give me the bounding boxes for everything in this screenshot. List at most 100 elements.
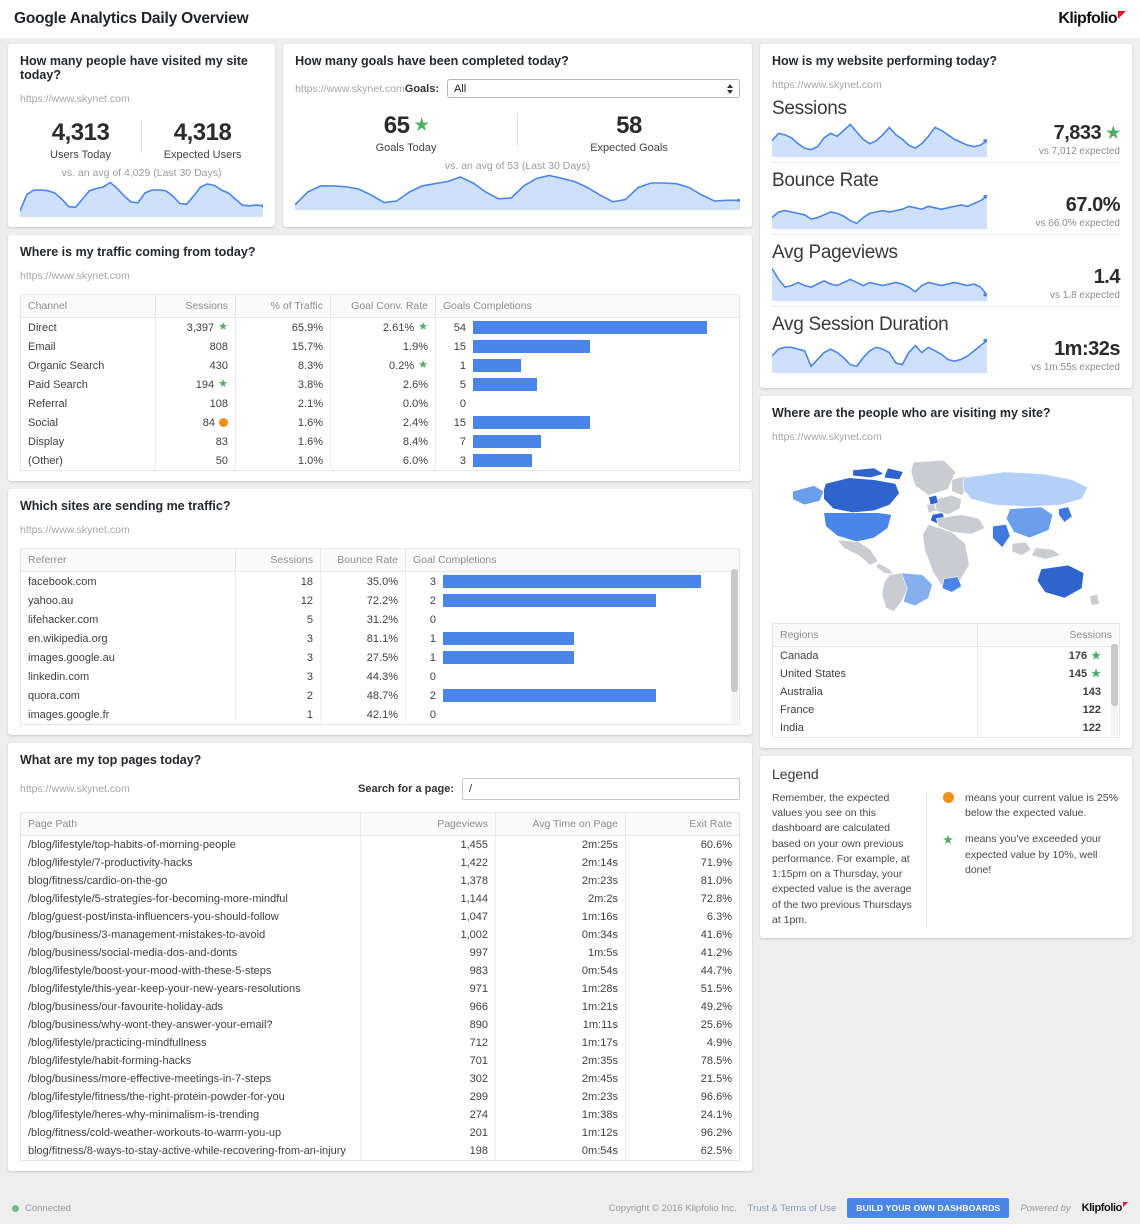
table-row[interactable]: Paid Search194★3.8%2.6%5 <box>21 375 740 394</box>
cell-page-path[interactable]: /blog/business/our-favourite-holiday-ads <box>21 998 361 1016</box>
cell-goals-bar: 7 <box>436 432 740 451</box>
page-search-input[interactable] <box>462 778 740 800</box>
table-row[interactable]: /blog/lifestyle/boost-your-mood-with-the… <box>21 962 740 980</box>
table-row[interactable]: Social841.6%2.4%15 <box>21 413 740 432</box>
table-row[interactable]: Organic Search4308.3%0.2%★1 <box>21 356 740 375</box>
cell-page-path[interactable]: /blog/lifestyle/this-year-keep-your-new-… <box>21 980 361 998</box>
goals-filter-value: All <box>454 83 466 95</box>
cell-page-path[interactable]: /blog/business/social-media-dos-and-dont… <box>21 944 361 962</box>
bar-fill <box>473 416 590 429</box>
table-row[interactable]: images.google.fr142.1%0 <box>21 705 740 725</box>
cell-page-path[interactable]: /blog/lifestyle/fitness/the-right-protei… <box>21 1088 361 1106</box>
table-row[interactable]: Display831.6%8.4%7 <box>21 432 740 451</box>
table-row[interactable]: blog/fitness/cardio-on-the-go1,3782m:23s… <box>21 872 740 890</box>
table-row[interactable]: Referral1082.1%0.0%0 <box>21 394 740 413</box>
dashboard-body: How many people have visited my site tod… <box>0 38 1140 1192</box>
table-row[interactable]: /blog/business/3-management-mistakes-to-… <box>21 926 740 944</box>
referrers-scrollbar-thumb[interactable] <box>731 569 738 692</box>
goals-filter-select[interactable]: All <box>447 79 740 98</box>
footer-klipfolio-flag-icon <box>1123 1202 1128 1207</box>
bar-value: 15 <box>440 341 466 353</box>
cell-page-path[interactable]: blog/fitness/8-ways-to-stay-active-while… <box>21 1142 361 1161</box>
legend-card: Legend Remember, the expected values you… <box>760 756 1132 938</box>
cell-page-path[interactable]: blog/fitness/cardio-on-the-go <box>21 872 361 890</box>
table-row[interactable]: /blog/business/social-media-dos-and-dont… <box>21 944 740 962</box>
bar-fill <box>473 454 532 467</box>
table-row[interactable]: /blog/guest-post/insta-influencers-you-s… <box>21 908 740 926</box>
cell-page-path[interactable]: /blog/lifestyle/5-strategies-for-becomin… <box>21 890 361 908</box>
traffic-sources-card: Where is my traffic coming from today? h… <box>8 235 752 481</box>
table-row[interactable]: /blog/lifestyle/5-strategies-for-becomin… <box>21 890 740 908</box>
cell-channel: Social <box>21 413 156 432</box>
table-row[interactable]: /blog/lifestyle/this-year-keep-your-new-… <box>21 980 740 998</box>
table-row[interactable]: (Other)501.0%6.0%3 <box>21 451 740 471</box>
cell-page-path[interactable]: /blog/lifestyle/boost-your-mood-with-the… <box>21 962 361 980</box>
cell-page-path[interactable]: /blog/fitness/cold-weather-workouts-to-w… <box>21 1124 361 1142</box>
cell-pageviews: 983 <box>361 962 496 980</box>
cell-ref-sessions: 5 <box>236 610 321 629</box>
cell-avg-time: 2m:23s <box>496 872 626 890</box>
table-row[interactable]: Email80815.7%1.9%15 <box>21 337 740 356</box>
table-row[interactable]: quora.com248.7%2 <box>21 686 740 705</box>
table-row[interactable]: /blog/lifestyle/practicing-mindfullness7… <box>21 1034 740 1052</box>
table-row[interactable]: blog/fitness/8-ways-to-stay-active-while… <box>21 1142 740 1161</box>
th-referrer: Referrer <box>21 549 236 572</box>
table-row[interactable]: Canada176★ <box>773 647 1120 666</box>
table-row[interactable]: Direct3,397★65.9%2.61%★54 <box>21 318 740 338</box>
table-row[interactable]: lifehacker.com531.2%0 <box>21 610 740 629</box>
build-dashboards-button[interactable]: BUILD YOUR OWN DASHBOARDS <box>847 1198 1009 1218</box>
users-today-kpi: 4,313 Users Today <box>20 119 141 161</box>
table-row[interactable]: /blog/lifestyle/7-productivity-hacks1,42… <box>21 854 740 872</box>
table-row[interactable]: yahoo.au1272.2%2 <box>21 591 740 610</box>
cell-page-path[interactable]: /blog/business/3-management-mistakes-to-… <box>21 926 361 944</box>
metric-value: 1m:32s <box>1054 338 1120 361</box>
cell-page-path[interactable]: /blog/lifestyle/heres-why-minimalism-is-… <box>21 1106 361 1124</box>
cell-exit-rate: 72.8% <box>626 890 740 908</box>
expected-users-label: Expected Users <box>142 149 263 161</box>
regions-scrollbar-thumb[interactable] <box>1111 644 1118 706</box>
cell-pageviews: 701 <box>361 1052 496 1070</box>
goals-sparkline <box>295 174 740 210</box>
table-row[interactable]: /blog/business/more-effective-meetings-i… <box>21 1070 740 1088</box>
cell-traffic-pct: 1.0% <box>236 451 331 471</box>
expected-goals-kpi: 58 Expected Goals <box>518 112 740 154</box>
cell-pageviews: 198 <box>361 1142 496 1161</box>
table-row[interactable]: /blog/business/why-wont-they-answer-your… <box>21 1016 740 1034</box>
table-row[interactable]: United States145★ <box>773 665 1120 683</box>
expected-goals-value: 58 <box>616 112 642 140</box>
regions-scrollbar-track[interactable] <box>1111 644 1118 736</box>
avg-session-duration-sparkline <box>772 339 987 373</box>
cell-exit-rate: 44.7% <box>626 962 740 980</box>
table-row[interactable]: en.wikipedia.org381.1%1 <box>21 629 740 648</box>
referrers-table-body: facebook.com1835.0%3yahoo.au1272.2%2life… <box>21 572 740 725</box>
table-row[interactable]: /blog/lifestyle/habit-forming-hacks7012m… <box>21 1052 740 1070</box>
cell-avg-time: 1m:28s <box>496 980 626 998</box>
table-row[interactable]: facebook.com1835.0%3 <box>21 572 740 592</box>
table-row[interactable]: /blog/lifestyle/fitness/the-right-protei… <box>21 1088 740 1106</box>
goals-card-title: How many goals have been completed today… <box>295 54 740 68</box>
table-row[interactable]: linkedin.com344.3%0 <box>21 667 740 686</box>
table-row[interactable]: Australia143 <box>773 683 1120 701</box>
table-row[interactable]: /blog/fitness/cold-weather-workouts-to-w… <box>21 1124 740 1142</box>
terms-link[interactable]: Trust & Terms of Use <box>748 1203 837 1214</box>
cell-avg-time: 2m:2s <box>496 890 626 908</box>
table-row[interactable]: /blog/lifestyle/top-habits-of-morning-pe… <box>21 836 740 855</box>
cell-page-path[interactable]: /blog/guest-post/insta-influencers-you-s… <box>21 908 361 926</box>
cell-page-path[interactable]: /blog/lifestyle/practicing-mindfullness <box>21 1034 361 1052</box>
cell-sessions: 84 <box>156 413 236 432</box>
table-row[interactable]: images.google.au327.5%1 <box>21 648 740 667</box>
connection-status-label: Connected <box>25 1203 71 1214</box>
cell-page-path[interactable]: /blog/business/why-wont-they-answer-your… <box>21 1016 361 1034</box>
cell-page-path[interactable]: /blog/lifestyle/7-productivity-hacks <box>21 854 361 872</box>
cell-goals-bar: 15 <box>436 337 740 356</box>
referrers-scrollbar-track[interactable] <box>731 569 738 723</box>
table-row[interactable]: /blog/business/our-favourite-holiday-ads… <box>21 998 740 1016</box>
cell-page-path[interactable]: /blog/business/more-effective-meetings-i… <box>21 1070 361 1088</box>
cell-sessions: 108 <box>156 394 236 413</box>
table-row[interactable]: France122 <box>773 701 1120 719</box>
table-row[interactable]: India122 <box>773 719 1120 738</box>
cell-pageviews: 997 <box>361 944 496 962</box>
table-row[interactable]: /blog/lifestyle/heres-why-minimalism-is-… <box>21 1106 740 1124</box>
cell-page-path[interactable]: /blog/lifestyle/habit-forming-hacks <box>21 1052 361 1070</box>
cell-page-path[interactable]: /blog/lifestyle/top-habits-of-morning-pe… <box>21 836 361 855</box>
